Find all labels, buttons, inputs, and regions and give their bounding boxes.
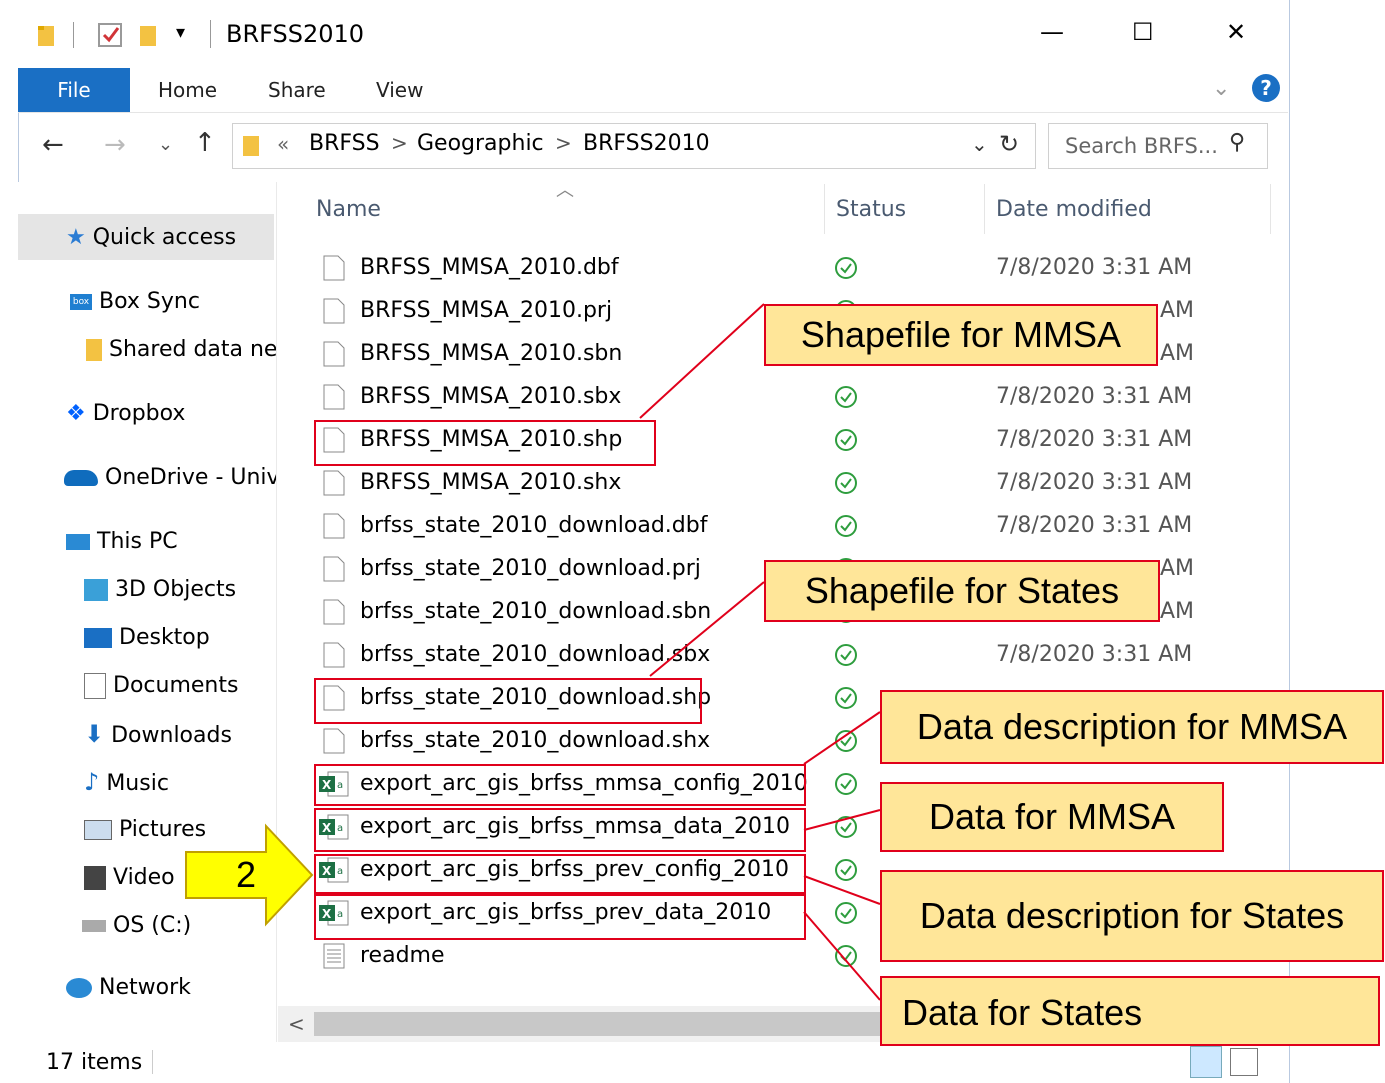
- callout-data-description-mmsa: Data description for MMSA: [880, 690, 1384, 764]
- highlight-mmsa-config: [314, 764, 806, 806]
- step-number: 2: [236, 854, 257, 895]
- callout-shapefile-states: Shapefile for States: [764, 560, 1160, 622]
- highlight-state-shp: [314, 678, 702, 724]
- connector-states-shape: [649, 581, 765, 677]
- connector-states-data: [803, 911, 881, 1001]
- highlight-prev-config: [314, 854, 806, 894]
- highlight-mmsa-data: [314, 808, 806, 852]
- connector-mmsa-shape: [639, 303, 765, 419]
- callout-data-description-states: Data description for States: [880, 870, 1384, 962]
- callout-shapefile-mmsa: Shapefile for MMSA: [764, 304, 1158, 366]
- highlight-prev-data: [314, 894, 806, 940]
- callout-data-mmsa: Data for MMSA: [880, 782, 1224, 852]
- callout-data-states: Data for States: [880, 976, 1380, 1046]
- connector-mmsa-data: [803, 809, 881, 831]
- connector-mmsa-desc: [803, 711, 881, 765]
- connector-states-desc: [803, 875, 881, 905]
- highlight-mmsa-shp: [314, 420, 656, 466]
